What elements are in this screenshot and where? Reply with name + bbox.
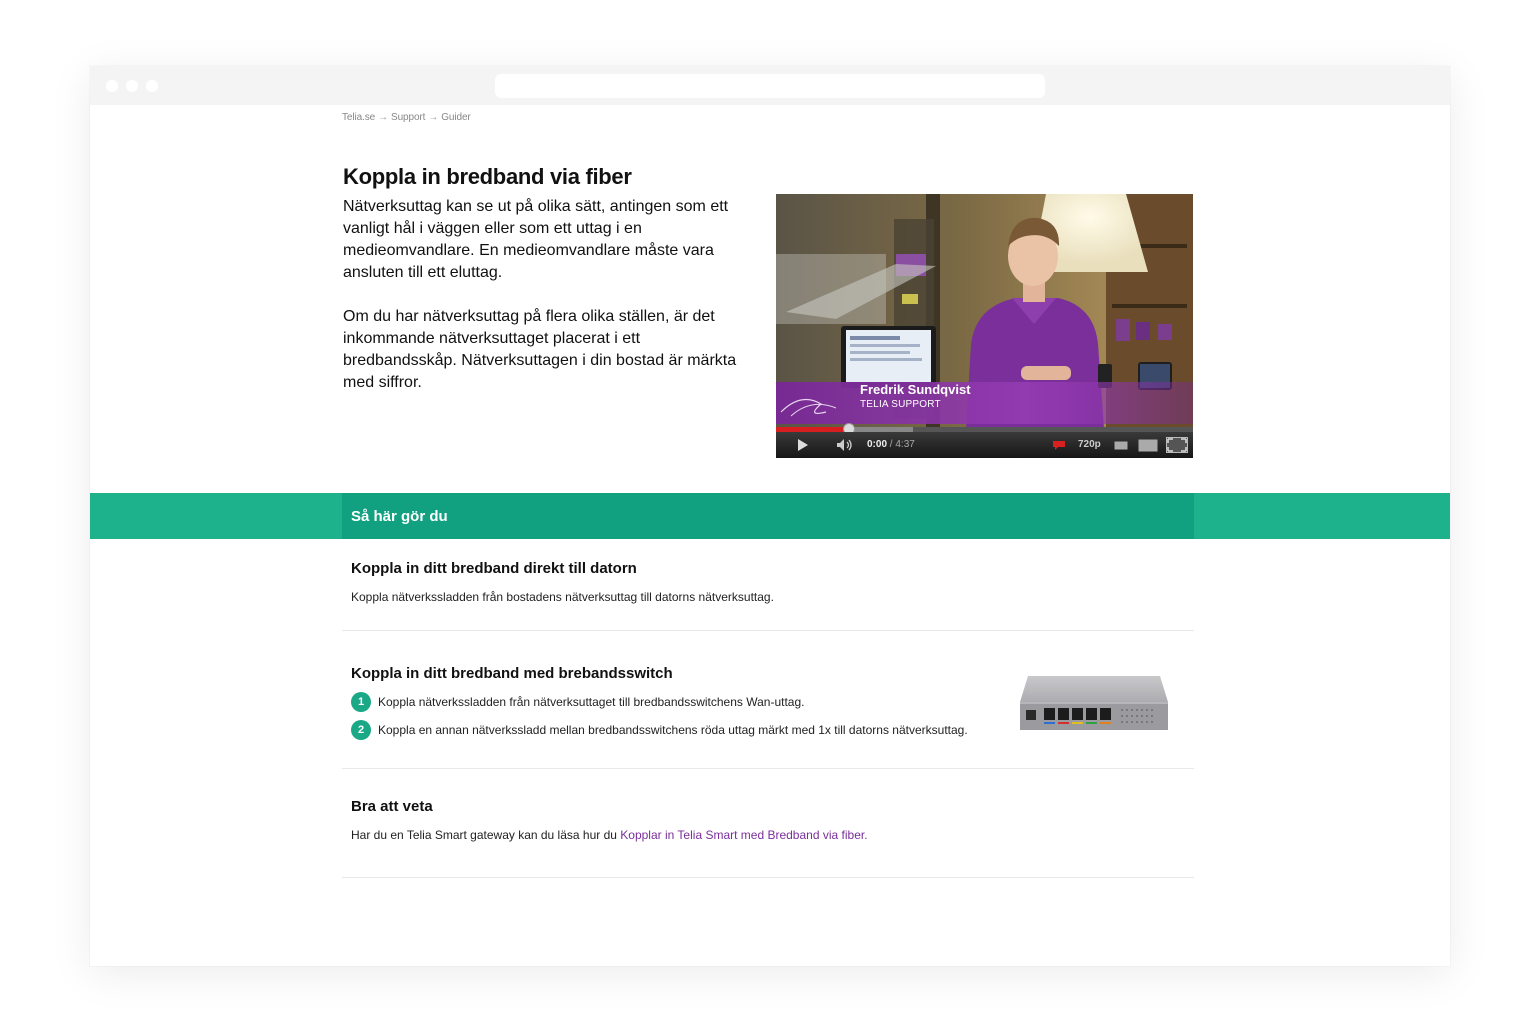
section-title: Koppla in ditt bredband direkt till dato…	[351, 560, 637, 577]
video-controls: 0:00 / 4:37 720p	[776, 432, 1193, 458]
section-divider	[342, 630, 1194, 631]
section-body: Koppla nätverkssladden från bostadens nä…	[351, 590, 774, 604]
fullscreen-icon[interactable]	[1166, 437, 1188, 453]
intro-paragraph: Nätverksuttag kan se ut på olika sätt, a…	[343, 198, 729, 281]
play-icon[interactable]	[796, 438, 810, 452]
steps-header-bar: Så här gör du	[90, 493, 1450, 539]
section-title: Koppla in ditt bredband med brebandsswit…	[351, 665, 673, 682]
video-time: 0:00 / 4:37	[867, 432, 915, 458]
step-item: 2 Koppla en annan nätverkssladd mellan br…	[351, 720, 968, 740]
step-text: Koppla en annan nätverkssladd mellan bre…	[378, 723, 968, 737]
annotations-icon[interactable]	[1052, 440, 1066, 451]
window-maximize-dot[interactable]	[146, 80, 158, 92]
section-switch: Koppla in ditt bredband med brebandsswit…	[351, 665, 673, 682]
address-bar[interactable]	[495, 74, 1045, 98]
step-number-badge: 1	[351, 692, 371, 712]
browser-window: Telia.se → Support → Guider Koppla in bredba…	[90, 66, 1450, 966]
article-intro: Nätverksuttag kan se ut på olika sätt, a…	[343, 196, 753, 394]
lower-third-banner	[776, 382, 1193, 424]
breadcrumb-item-telia[interactable]: Telia.se	[342, 112, 375, 123]
current-time: 0:00	[867, 439, 888, 450]
intro-paragraph: Om du har nätverksuttag på flera olika s…	[343, 308, 737, 391]
presenter-role: TELIA SUPPORT	[860, 399, 941, 410]
telia-smart-link[interactable]: Kopplar in Telia Smart med Bredband via …	[620, 828, 867, 842]
video-player[interactable]: Fredrik Sundqvist TELIA SUPPORT 0:00 / 4…	[776, 194, 1193, 458]
breadcrumb-item-guider[interactable]: Guider	[441, 112, 471, 123]
large-player-icon[interactable]	[1138, 439, 1158, 452]
section-divider	[342, 768, 1194, 769]
steps-header-inner: Så här gör du	[342, 493, 1194, 539]
arrow-right-icon: →	[428, 112, 439, 123]
section-divider	[342, 877, 1194, 878]
body-text: Har du en Telia Smart gateway kan du läs…	[351, 828, 621, 842]
step-item: 1 Koppla nätverkssladden från nätverksutt…	[351, 692, 804, 712]
section-title: Bra att veta	[351, 798, 433, 815]
breadcrumb-item-support[interactable]: Support	[391, 112, 425, 123]
section-body: Har du en Telia Smart gateway kan du läs…	[351, 828, 868, 842]
browser-chrome	[90, 66, 1450, 105]
presenter-name: Fredrik Sundqvist	[860, 382, 971, 397]
section-direct: Koppla in ditt bredband direkt till dato…	[351, 560, 774, 604]
steps-heading: Så här gör du	[351, 508, 448, 525]
arrow-right-icon: →	[378, 112, 389, 123]
page-title: Koppla in bredband via fiber	[343, 164, 632, 189]
broadband-switch-image	[1020, 676, 1168, 730]
volume-icon[interactable]	[836, 438, 854, 452]
small-player-icon[interactable]	[1114, 441, 1128, 450]
quality-button[interactable]: 720p	[1078, 432, 1101, 458]
video-duration: / 4:37	[889, 439, 915, 450]
breadcrumb: Telia.se → Support → Guider	[342, 112, 471, 123]
telia-swirl-icon	[780, 398, 837, 417]
step-text: Koppla nätverkssladden från nätverksutta…	[378, 695, 805, 709]
section-good-to-know: Bra att veta Har du en Telia Smart gatew…	[351, 798, 868, 842]
step-number-badge: 2	[351, 720, 371, 740]
window-close-dot[interactable]	[106, 80, 118, 92]
window-minimize-dot[interactable]	[126, 80, 138, 92]
